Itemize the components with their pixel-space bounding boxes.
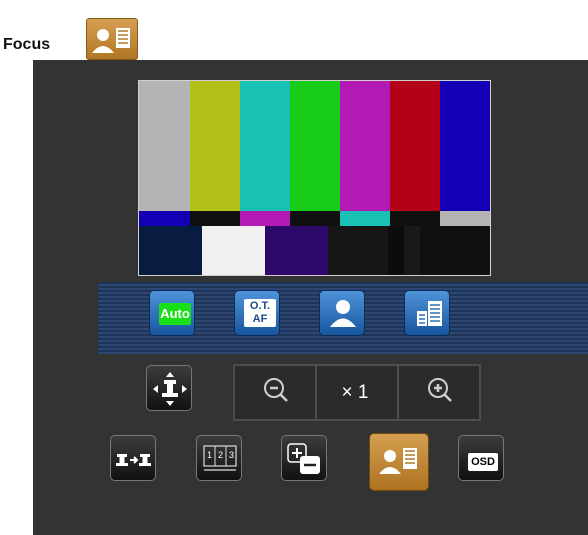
person-icon [330, 300, 356, 327]
focus-person-icon [86, 18, 138, 60]
auto-icon: Auto [159, 303, 191, 325]
position-switch-icon [116, 454, 151, 466]
color-bar-bottom [388, 226, 404, 275]
color-bar-magenta [340, 81, 390, 211]
zoom-factor-label: × 1 [341, 382, 369, 403]
camera-control-panel: Auto O.T. AF × 1 1 2 3 OSD [33, 60, 588, 535]
color-bar-red [390, 81, 440, 211]
osd-icon: OSD [468, 453, 498, 471]
plus-minus-icon [287, 443, 320, 474]
zoom-out-button[interactable] [233, 364, 317, 421]
preset-numbers-icon: 1 2 3 [203, 445, 237, 471]
color-bar-yellow [190, 81, 240, 211]
color-bar-bottom [328, 226, 388, 275]
color-bar-bottom [139, 226, 202, 275]
color-bar-gray [139, 81, 190, 211]
color-bar-mid [440, 211, 490, 226]
pan-tilt-button[interactable] [146, 365, 192, 411]
svg-text:1: 1 [207, 450, 212, 460]
plus-minus-button[interactable] [281, 435, 327, 481]
svg-text:2: 2 [218, 450, 223, 460]
osd-button[interactable]: OSD [458, 435, 504, 481]
position-switch-button[interactable] [110, 435, 156, 481]
color-bar-cyan [240, 81, 290, 211]
focus-person-icon [379, 448, 417, 474]
color-bar-bottom [202, 226, 265, 275]
focus-mode-button[interactable] [369, 433, 429, 491]
color-bar-mid [190, 211, 240, 226]
zoom-in-button[interactable] [397, 364, 481, 421]
focus-near-button[interactable] [319, 290, 365, 336]
color-bar-mid [139, 211, 190, 226]
color-bar-bottom [420, 226, 490, 275]
color-bar-mid [290, 211, 340, 226]
otaf-label-line2: AF [252, 313, 268, 325]
color-bar-bottom [265, 226, 328, 275]
zoom-in-icon [428, 378, 452, 402]
auto-focus-button[interactable]: Auto [149, 290, 195, 336]
otaf-label-line1: O.T. [249, 300, 271, 312]
live-preview [138, 80, 491, 276]
preset-button[interactable]: 1 2 3 [196, 435, 242, 481]
color-bar-mid [240, 211, 290, 226]
one-touch-af-icon: O.T. AF [244, 299, 276, 327]
color-bar-green [290, 81, 340, 211]
color-bar-mid [340, 211, 390, 226]
color-bar-blue [440, 81, 490, 211]
one-touch-af-button[interactable]: O.T. AF [234, 290, 280, 336]
building-icon [417, 301, 442, 326]
color-bar-mid [390, 211, 440, 226]
pan-tilt-icon [153, 372, 187, 406]
svg-text:3: 3 [229, 450, 234, 460]
zoom-out-icon [264, 378, 288, 402]
color-bar-bottom [404, 226, 420, 275]
page-title: Focus [3, 36, 51, 53]
focus-far-button[interactable] [404, 290, 450, 336]
